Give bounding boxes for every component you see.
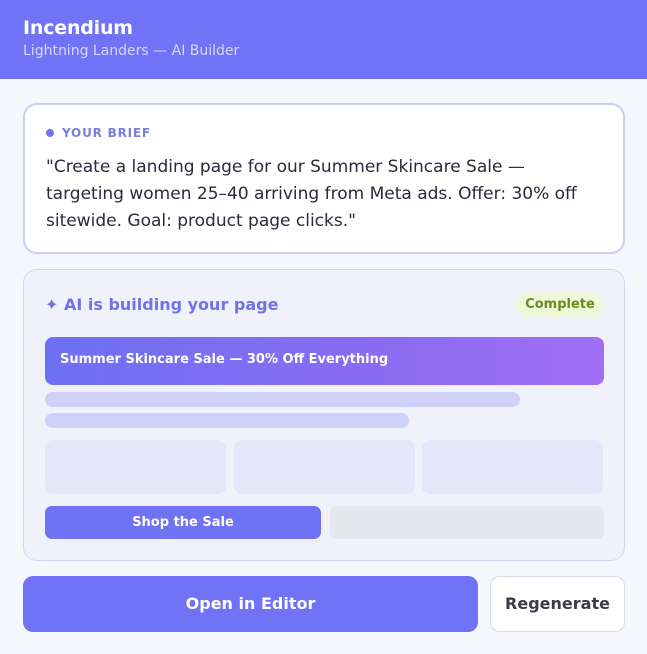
brief-panel: YOUR BRIEF "Create a landing page for ou…: [23, 103, 625, 254]
preview-secondary-placeholder: [330, 506, 604, 539]
app-header: Incendium Lightning Landers — AI Builder: [0, 0, 647, 79]
brief-text: "Create a landing page for our Summer Sk…: [46, 157, 577, 231]
regenerate-button[interactable]: Regenerate: [490, 576, 625, 632]
preview-hero-title: Summer Skincare Sale — 30% Off Everythin…: [60, 352, 389, 367]
status-badge: Complete: [516, 292, 604, 318]
brief-label: YOUR BRIEF: [62, 126, 151, 140]
preview-product-tile: [234, 440, 415, 494]
preview-text-placeholder: [45, 413, 409, 428]
preview-product-tile: [45, 440, 226, 494]
build-panel: ✦ AI is building your page Complete Summ…: [23, 269, 625, 561]
preview-product-tile: [422, 440, 603, 494]
build-status-title: ✦ AI is building your page: [45, 295, 279, 314]
preview-cta-button: Shop the Sale: [45, 506, 321, 539]
preview-hero-banner: Summer Skincare Sale — 30% Off Everythin…: [45, 337, 604, 385]
preview-text-placeholder: [45, 392, 520, 407]
open-in-editor-button[interactable]: Open in Editor: [23, 576, 478, 632]
bullet-dot-icon: [46, 129, 54, 137]
brief-label-row: YOUR BRIEF: [46, 126, 151, 140]
app-name: Incendium: [23, 17, 133, 39]
app-subtitle: Lightning Landers — AI Builder: [23, 43, 240, 59]
builder-card: Incendium Lightning Landers — AI Builder…: [0, 0, 647, 654]
